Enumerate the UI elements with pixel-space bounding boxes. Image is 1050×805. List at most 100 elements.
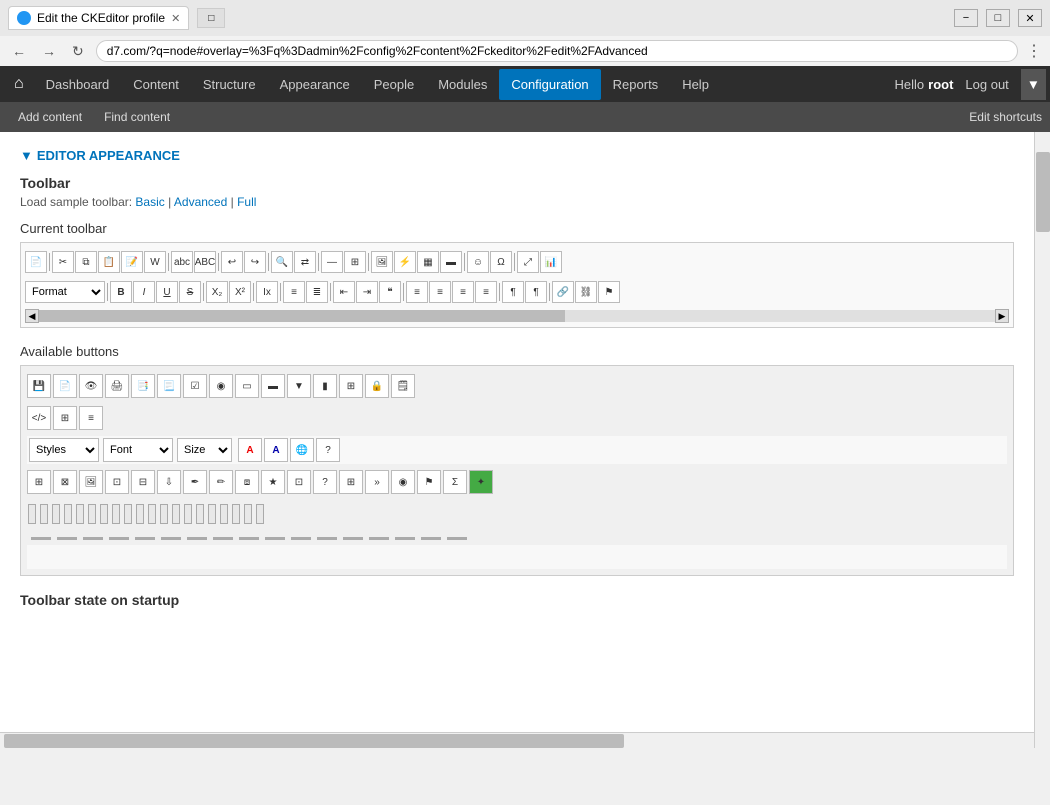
avail-table3-btn[interactable]: ⊞ xyxy=(53,406,77,430)
forward-button[interactable]: → xyxy=(38,41,60,61)
avail-more17-btn[interactable]: Σ xyxy=(443,470,467,494)
avail-preview-btn[interactable]: 👁 xyxy=(79,374,103,398)
sep-handle-7[interactable] xyxy=(100,504,108,524)
tb-anchor-btn[interactable]: ⚑ xyxy=(598,281,620,303)
avail-hiddenfield-btn[interactable]: 🔒 xyxy=(365,374,389,398)
sep-handle-6[interactable] xyxy=(88,504,96,524)
nav-item-dashboard[interactable]: Dashboard xyxy=(34,69,122,100)
tb-outdent-btn[interactable]: ⇤ xyxy=(333,281,355,303)
browser-tab[interactable]: Edit the CKEditor profile ✕ xyxy=(8,6,189,30)
sep-handle-8[interactable] xyxy=(112,504,120,524)
avail-radio-btn[interactable]: ◉ xyxy=(209,374,233,398)
avail-textfield-btn[interactable]: ▭ xyxy=(235,374,259,398)
load-basic-link[interactable]: Basic xyxy=(135,195,164,209)
tb-underline-btn[interactable]: U xyxy=(156,281,178,303)
avail-styles-select[interactable]: Styles xyxy=(29,438,99,462)
sep-handle-12[interactable] xyxy=(160,504,168,524)
tb-maximize-btn[interactable]: ⤢ xyxy=(517,251,539,273)
avail-form-btn[interactable]: 🗒 xyxy=(391,374,415,398)
sep-handle-5[interactable] xyxy=(76,504,84,524)
tb-strike-btn[interactable]: S xyxy=(179,281,201,303)
sep-handle-14[interactable] xyxy=(184,504,192,524)
sep-handle-16[interactable] xyxy=(208,504,216,524)
tb-link-btn[interactable]: 🔗 xyxy=(552,281,574,303)
tb-subscript-btn[interactable]: X₂ xyxy=(206,281,228,303)
tb-superscript-btn[interactable]: X² xyxy=(229,281,251,303)
tb-spellcheck2-btn[interactable]: ABC xyxy=(194,251,216,273)
edit-shortcuts-link[interactable]: Edit shortcuts xyxy=(969,110,1042,124)
nav-item-people[interactable]: People xyxy=(362,69,426,100)
nav-item-configuration[interactable]: Configuration xyxy=(499,69,600,100)
nav-item-reports[interactable]: Reports xyxy=(601,69,671,100)
avail-check-btn[interactable]: ☑ xyxy=(183,374,207,398)
avail-button-btn[interactable]: ▮ xyxy=(313,374,337,398)
tb-flash-btn[interactable]: ⚡ xyxy=(394,251,416,273)
avail-doc-btn[interactable]: 📃 xyxy=(157,374,181,398)
tb-undo-btn[interactable]: ↩ xyxy=(221,251,243,273)
avail-more3-btn[interactable]: 🖼 xyxy=(79,470,103,494)
sep-handle-3[interactable] xyxy=(52,504,60,524)
avail-more18-btn[interactable]: ✦ xyxy=(469,470,493,494)
sep-handle-20[interactable] xyxy=(256,504,264,524)
tb-table2-btn[interactable]: ▦ xyxy=(417,251,439,273)
avail-more1-btn[interactable]: ⊞ xyxy=(27,470,51,494)
tb-bidi-rtl-btn[interactable]: ¶ xyxy=(525,281,547,303)
tab-close-icon[interactable]: ✕ xyxy=(171,12,180,25)
tb-unlink-btn[interactable]: ⛓ xyxy=(575,281,597,303)
avail-font-select[interactable]: Font xyxy=(103,438,173,462)
sep-handle-13[interactable] xyxy=(172,504,180,524)
avail-more11-btn[interactable]: ⊡ xyxy=(287,470,311,494)
sep-handle-15[interactable] xyxy=(196,504,204,524)
avail-textarea-btn[interactable]: ▬ xyxy=(261,374,285,398)
tb-orderedlist-btn[interactable]: ≡ xyxy=(283,281,305,303)
page-vscrollbar[interactable] xyxy=(1034,132,1050,748)
avail-newpage-btn[interactable]: 📄 xyxy=(53,374,77,398)
sep-handle-18[interactable] xyxy=(232,504,240,524)
avail-more16-btn[interactable]: ⚑ xyxy=(417,470,441,494)
tb-unorderedlist-btn[interactable]: ≣ xyxy=(306,281,328,303)
tb-find-btn[interactable]: 🔍 xyxy=(271,251,293,273)
page-hscrollbar[interactable] xyxy=(0,732,1034,748)
tb-cut-btn[interactable]: ✂ xyxy=(52,251,74,273)
tb-table-btn[interactable]: ⊞ xyxy=(344,251,366,273)
tb-paste-text-btn[interactable]: 📝 xyxy=(121,251,143,273)
avail-more7-btn[interactable]: ✒ xyxy=(183,470,207,494)
tb-chart-btn[interactable]: 📊 xyxy=(540,251,562,273)
avail-language-btn[interactable]: 🌐 xyxy=(290,438,314,462)
tb-indent-btn[interactable]: ⇥ xyxy=(356,281,378,303)
format-select[interactable]: Format xyxy=(25,281,105,303)
avail-help-btn[interactable]: ? xyxy=(316,438,340,462)
tb-removeformat-btn[interactable]: Ix xyxy=(256,281,278,303)
find-content-link[interactable]: Find content xyxy=(94,106,180,128)
avail-more6-btn[interactable]: ⇩ xyxy=(157,470,181,494)
add-content-link[interactable]: Add content xyxy=(8,106,92,128)
tb-replace-btn[interactable]: ⇄ xyxy=(294,251,316,273)
maximize-button[interactable]: □ xyxy=(986,9,1010,27)
load-full-link[interactable]: Full xyxy=(237,195,256,209)
tb-spellcheck-btn[interactable]: abc xyxy=(171,251,193,273)
collapse-arrow-icon[interactable]: ▼ xyxy=(20,148,33,163)
tb-smiley-btn[interactable]: ☺ xyxy=(467,251,489,273)
avail-code-btn[interactable]: </> xyxy=(27,406,51,430)
tb-bidi-ltr-btn[interactable]: ¶ xyxy=(502,281,524,303)
sep-handle-4[interactable] xyxy=(64,504,72,524)
avail-more15-btn[interactable]: ◉ xyxy=(391,470,415,494)
close-button[interactable]: ✕ xyxy=(1018,9,1042,27)
tb-paste-btn[interactable]: 📋 xyxy=(98,251,120,273)
avail-more14-btn[interactable]: » xyxy=(365,470,389,494)
avail-list-btn[interactable]: ≡ xyxy=(79,406,103,430)
tb-bold-btn[interactable]: B xyxy=(110,281,132,303)
tb-sep-h-btn[interactable]: — xyxy=(321,251,343,273)
back-button[interactable]: ← xyxy=(8,41,30,61)
sep-handle-1[interactable] xyxy=(28,504,36,524)
tb-copy-btn[interactable]: ⧉ xyxy=(75,251,97,273)
avail-fontcolor-btn[interactable]: A xyxy=(238,438,262,462)
nav-item-structure[interactable]: Structure xyxy=(191,69,268,100)
tb-align-justify-btn[interactable]: ≡ xyxy=(475,281,497,303)
avail-more10-btn[interactable]: ★ xyxy=(261,470,285,494)
tb-align-center-btn[interactable]: ≡ xyxy=(429,281,451,303)
sep-handle-19[interactable] xyxy=(244,504,252,524)
minimize-button[interactable]: − xyxy=(954,9,978,27)
sep-handle-9[interactable] xyxy=(124,504,132,524)
avail-more8-btn[interactable]: ✏ xyxy=(209,470,233,494)
